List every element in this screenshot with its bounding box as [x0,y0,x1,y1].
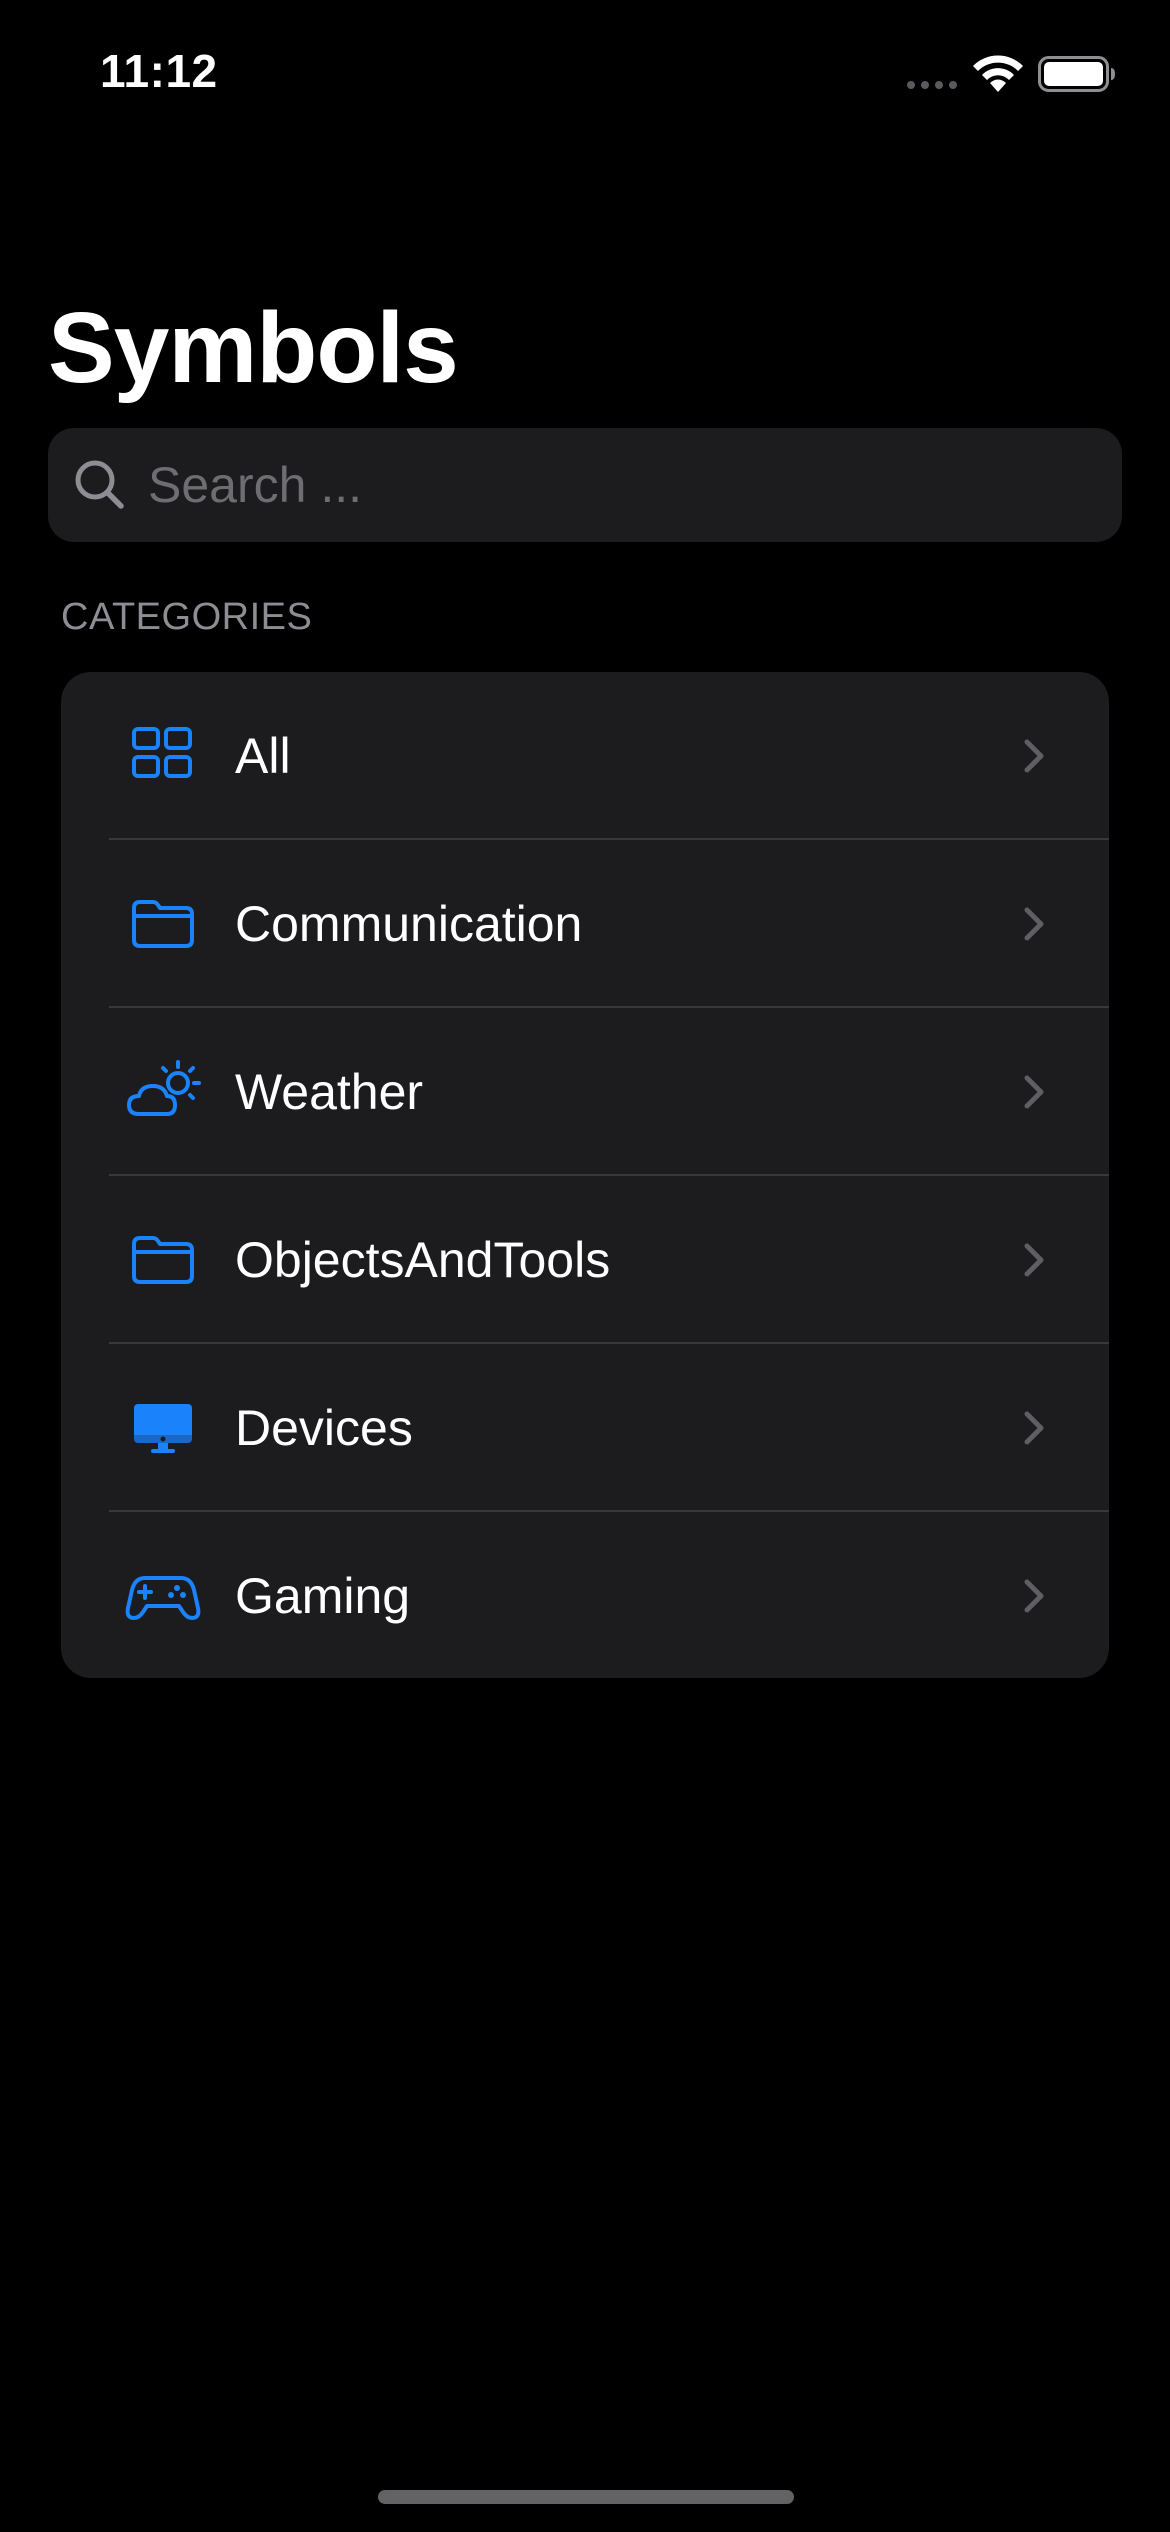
desktop-computer-icon [134,1404,192,1453]
search-input[interactable] [148,428,1088,542]
cellular-signal-icon [907,81,957,89]
gamecontroller-icon [125,1576,201,1620]
category-label: Gaming [235,1568,411,1624]
search-icon [75,460,124,509]
folder-icon [132,900,194,948]
category-label: Communication [235,896,583,952]
chevron-right-icon [1024,907,1044,941]
status-time: 11:12 [100,45,218,97]
category-row-gaming[interactable]: Gaming [61,1512,1109,1678]
category-label: Devices [235,1400,413,1456]
category-row-objectsandtools[interactable]: ObjectsAndTools [61,1176,1109,1344]
category-row-weather[interactable]: Weather [61,1008,1109,1176]
category-row-devices[interactable]: Devices [61,1344,1109,1512]
page-title: Symbols [48,292,459,404]
square-grid-icon [132,727,192,778]
chevron-right-icon [1024,1075,1044,1109]
categories-list: All Communication Weather ObjectsAndTool… [61,672,1109,1678]
category-label: ObjectsAndTools [235,1232,611,1288]
home-indicator[interactable] [378,2490,794,2504]
category-label: All [235,728,291,784]
category-label: Weather [235,1064,424,1120]
chevron-right-icon [1024,1411,1044,1445]
wifi-icon [973,55,1023,92]
category-row-communication[interactable]: Communication [61,840,1109,1008]
categories-section-header: CATEGORIES [61,596,313,638]
cloud-sun-icon [127,1060,201,1116]
category-row-all[interactable]: All [61,672,1109,840]
chevron-right-icon [1024,1243,1044,1277]
battery-icon [1038,56,1115,92]
folder-icon [132,1236,194,1284]
chevron-right-icon [1024,739,1044,773]
status-bar: 11:12 [0,0,1170,150]
chevron-right-icon [1024,1579,1044,1613]
search-bar[interactable] [48,428,1122,542]
